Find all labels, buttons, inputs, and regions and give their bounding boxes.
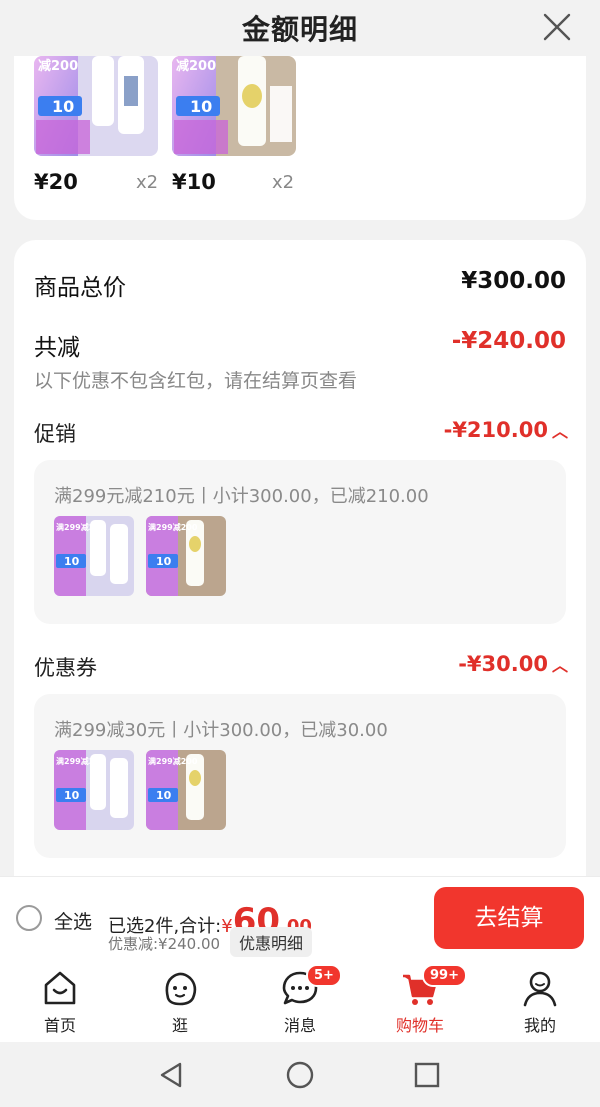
back-icon[interactable] <box>156 1060 186 1090</box>
chevron-up-icon: ︿ <box>551 422 568 441</box>
tab-home[interactable]: 首页 <box>10 968 110 1036</box>
amount-detail-card: 商品总价 ¥300.00 共减 -¥240.00 以下优惠不包含红包，请在结算页… <box>14 240 586 900</box>
promo-text: 减200 <box>176 58 216 74</box>
mini-promo-text: 满299减200 <box>56 522 106 532</box>
total-price-label: 商品总价 <box>34 275 126 301</box>
coupon-description: 满299减30元丨小计300.00，已减30.00 <box>54 720 388 741</box>
mini-coupon-number: 10 <box>156 789 172 802</box>
promotion-description: 满299元减210元丨小计300.00，已减210.00 <box>54 486 429 507</box>
system-navigation-bar <box>0 1042 600 1107</box>
mini-coupon-number: 10 <box>64 555 80 568</box>
bottom-tab-bar: 首页 逛 5+ 消息 99+ 购物车 我的 <box>0 958 600 1042</box>
item-price: ¥10 <box>172 170 216 194</box>
product-thumbnail[interactable]: 10 减200 <box>172 56 296 156</box>
mini-coupon-number: 10 <box>156 555 172 568</box>
select-all-radio[interactable] <box>16 905 42 931</box>
coupon-value: -¥30.00 <box>458 652 548 676</box>
item-quantity: x2 <box>136 172 159 193</box>
promotion-value: -¥210.00 <box>443 418 548 442</box>
mini-promo-text: 满299减200 <box>148 522 198 532</box>
tab-messages-label: 消息 <box>283 1016 316 1035</box>
tab-mine-label: 我的 <box>523 1016 556 1035</box>
messages-badge: 5+ <box>306 964 342 987</box>
discount-amount-text: 优惠减:¥240.00 <box>108 935 221 953</box>
promotion-detail-box: 满299元减210元丨小计300.00，已减210.00 满299减200 10… <box>34 460 566 624</box>
tab-messages[interactable]: 5+ 消息 <box>250 964 350 1036</box>
product-mini-thumbnail[interactable]: 满299减200 10 <box>54 516 134 596</box>
tab-browse[interactable]: 逛 <box>130 968 230 1036</box>
close-icon[interactable] <box>540 10 574 44</box>
discount-detail-button[interactable]: 优惠明细 <box>230 927 313 957</box>
promotion-toggle[interactable]: -¥210.00 ︿ <box>444 418 568 442</box>
tab-cart-label: 购物车 <box>395 1016 444 1035</box>
page-title: 金额明细 <box>241 13 358 46</box>
total-reduce-label: 共减 <box>34 335 80 361</box>
product-card: 10 减200 ¥20 x2 10 减200 ¥10 x2 <box>14 56 586 220</box>
coupon-toggle[interactable]: -¥30.00 ︿ <box>458 652 568 676</box>
recent-apps-icon[interactable] <box>413 1061 441 1089</box>
product-thumbnail[interactable]: 10 减200 <box>34 56 158 156</box>
mini-promo-text: 满299减200 <box>56 756 106 766</box>
tab-home-label: 首页 <box>43 1016 76 1035</box>
browse-icon <box>165 972 197 1006</box>
coupon-detail-box: 满299减30元丨小计300.00，已减30.00 满299减200 10 满2… <box>34 694 566 858</box>
user-icon <box>523 971 557 1007</box>
mini-promo-text: 满299减200 <box>148 756 198 766</box>
tab-cart[interactable]: 99+ 购物车 <box>370 964 470 1036</box>
product-mini-thumbnail[interactable]: 满299减200 10 <box>146 750 226 830</box>
product-mini-thumbnail[interactable]: 满299减200 10 <box>146 516 226 596</box>
home-icon <box>44 971 76 1005</box>
total-reduce-value: -¥240.00 <box>451 328 566 354</box>
mini-coupon-number: 10 <box>64 789 80 802</box>
total-price-value: ¥300.00 <box>461 268 566 294</box>
tab-browse-label: 逛 <box>171 1016 188 1035</box>
promo-text: 减200 <box>38 58 78 74</box>
discount-note: 以下优惠不包含红包，请在结算页查看 <box>34 370 358 392</box>
coupon-number: 10 <box>52 97 74 116</box>
coupon-label: 优惠券 <box>34 656 97 680</box>
page-header: 金额明细 <box>0 0 600 64</box>
checkout-bar: 全选 已选2件,合计:¥60.00 优惠减:¥240.00 优惠明细 去结算 <box>0 876 600 958</box>
product-mini-thumbnail[interactable]: 满299减200 10 <box>54 750 134 830</box>
tab-mine[interactable]: 我的 <box>490 968 590 1036</box>
cart-badge: 99+ <box>422 964 467 987</box>
item-price: ¥20 <box>34 170 78 194</box>
home-circle-icon[interactable] <box>285 1060 315 1090</box>
checkout-button[interactable]: 去结算 <box>434 887 584 949</box>
coupon-number: 10 <box>190 97 212 116</box>
item-quantity: x2 <box>272 172 295 193</box>
select-all-label[interactable]: 全选 <box>54 907 92 934</box>
promotion-label: 促销 <box>34 422 76 446</box>
chevron-up-icon: ︿ <box>551 656 568 675</box>
